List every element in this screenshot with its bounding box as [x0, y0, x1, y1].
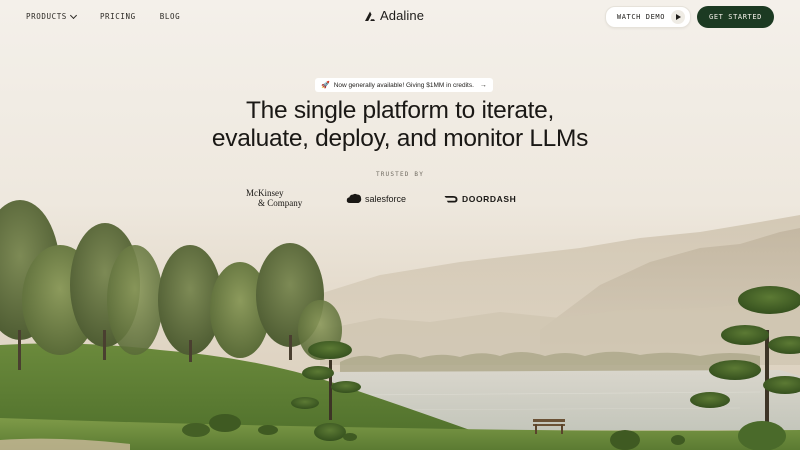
- watch-demo-button[interactable]: WATCH DEMO: [604, 6, 692, 28]
- nav-products[interactable]: PRODUCTS: [26, 11, 77, 21]
- play-icon: [671, 10, 686, 24]
- customer-logos: McKinsey & Company salesforce DOORDASH: [0, 188, 800, 212]
- nav-products-label: PRODUCTS: [26, 12, 67, 21]
- mckinsey-logo: McKinsey & Company: [246, 188, 302, 208]
- watch-demo-label: WATCH DEMO: [616, 13, 666, 21]
- get-started-button[interactable]: GET STARTED: [697, 6, 774, 28]
- nav-pricing[interactable]: PRICING: [100, 12, 136, 21]
- doordash-logo: DOORDASH: [444, 194, 516, 204]
- rocket-icon: 🚀: [321, 81, 330, 89]
- brand-name: Adaline: [380, 8, 425, 23]
- announcement-banner[interactable]: 🚀 Now generally available! Giving $1MM i…: [315, 78, 493, 92]
- chevron-down-icon: [69, 11, 77, 19]
- salesforce-logo: salesforce: [346, 193, 406, 204]
- headline-line-1: The single platform to iterate,: [246, 97, 554, 124]
- nav-links: PRODUCTS PRICING BLOG: [26, 11, 180, 21]
- headline-line-2: evaluate, deploy, and monitor LLMs: [211, 125, 589, 152]
- arrow-right-icon: →: [479, 81, 487, 89]
- salesforce-cloud-icon: [346, 193, 362, 203]
- trusted-by-label: TRUSTED BY: [375, 171, 425, 178]
- nav-actions: WATCH DEMO GET STARTED: [604, 6, 774, 28]
- nav-blog[interactable]: BLOG: [160, 12, 180, 21]
- mckinsey-line-2: & Company: [258, 198, 303, 208]
- adaline-logo-icon: [365, 11, 375, 21]
- top-navigation: PRODUCTS PRICING BLOG Adaline WATCH DEMO…: [0, 0, 800, 34]
- doordash-dash-icon: [444, 196, 458, 203]
- announcement-text: Now generally available! Giving $1MM in …: [333, 81, 474, 89]
- salesforce-wordmark: salesforce: [365, 193, 407, 204]
- landscape-background-image: [0, 0, 800, 450]
- brand-logo[interactable]: Adaline: [364, 8, 424, 23]
- doordash-wordmark: DOORDASH: [462, 194, 517, 204]
- hero-headline: The single platform to iterate, evaluate…: [150, 97, 650, 153]
- mckinsey-line-1: McKinsey: [246, 188, 284, 198]
- landing-page: PRODUCTS PRICING BLOG Adaline WATCH DEMO…: [0, 0, 800, 450]
